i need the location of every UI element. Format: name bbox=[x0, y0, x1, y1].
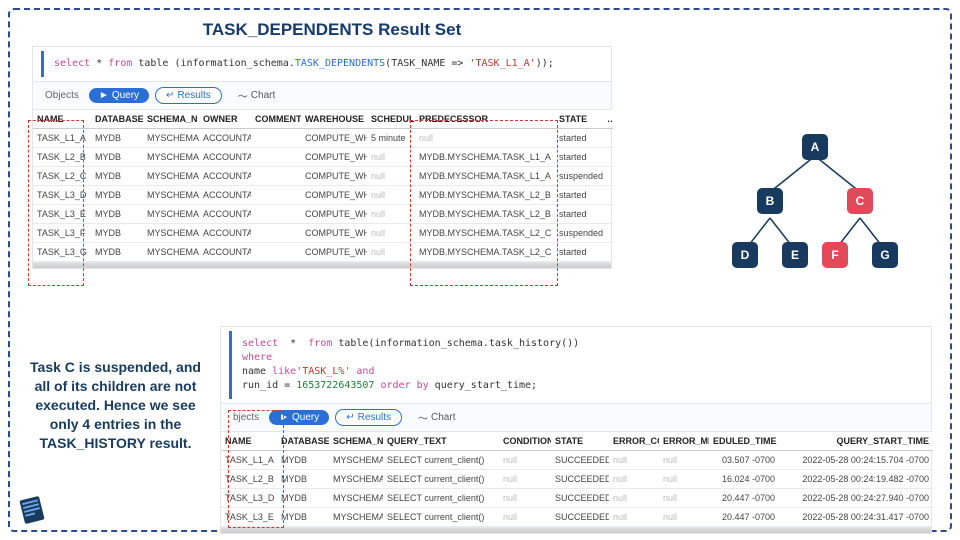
col-header[interactable]: DATABASE_ bbox=[91, 110, 143, 129]
col-header[interactable]: QUERY_TEXT bbox=[383, 432, 499, 451]
col-header[interactable]: COMMENT bbox=[251, 110, 301, 129]
toolbar-dependents: Objects ►Query ↵Results 〜 Chart bbox=[33, 81, 611, 110]
col-header[interactable]: QUERY_START_TIME bbox=[779, 432, 933, 451]
query-button[interactable]: ►Query bbox=[89, 88, 149, 103]
objects-tab-2[interactable]: bjects bbox=[229, 410, 263, 425]
back-icon: ↵ bbox=[166, 90, 174, 101]
table-row[interactable]: TASK_L3_GMYDBMYSCHEMAACCOUNTACOMPUTE_WHn… bbox=[33, 243, 613, 262]
col-header[interactable]: … bbox=[603, 110, 613, 129]
query-button-2[interactable]: ►Query bbox=[269, 410, 329, 425]
slide-frame: TASK_DEPENDENTS Result Set select * from… bbox=[8, 8, 952, 532]
col-header[interactable]: SCHEMA_N bbox=[143, 110, 199, 129]
explanation-text: Task C is suspended, and all of its chil… bbox=[28, 358, 203, 452]
chart-icon: 〜 bbox=[418, 410, 428, 425]
table-row[interactable]: TASK_L1_AMYDBMYSCHEMASELECT current_clie… bbox=[221, 451, 933, 470]
col-header[interactable]: EDULED_TIME bbox=[709, 432, 779, 451]
node-d: D bbox=[732, 242, 758, 268]
col-header[interactable]: STATE bbox=[555, 110, 603, 129]
chart-button[interactable]: 〜 Chart bbox=[228, 86, 285, 105]
col-header[interactable]: NAME bbox=[33, 110, 91, 129]
results-button[interactable]: ↵Results bbox=[155, 87, 222, 104]
col-header[interactable]: STATE bbox=[551, 432, 609, 451]
node-g: G bbox=[872, 242, 898, 268]
table-row[interactable]: TASK_L2_BMYDBMYSCHEMASELECT current_clie… bbox=[221, 470, 933, 489]
chart-button-2[interactable]: 〜 Chart bbox=[408, 408, 465, 427]
objects-tab[interactable]: Objects bbox=[41, 88, 83, 103]
scrollbar[interactable] bbox=[33, 262, 611, 268]
logo-icon bbox=[12, 490, 52, 530]
dependents-table: NAMEDATABASE_SCHEMA_NOWNERCOMMENTWAREHOU… bbox=[33, 110, 613, 262]
sql-history: select * from table(information_schema.t… bbox=[229, 331, 923, 399]
history-table: NAMEDATABASE_SCHEMA_NQUERY_TEXTCONDITION… bbox=[221, 432, 933, 527]
col-header[interactable]: NAME bbox=[221, 432, 277, 451]
dependents-panel: select * from table (information_schema.… bbox=[32, 46, 612, 269]
chart-icon: 〜 bbox=[238, 88, 248, 103]
col-header[interactable]: SCHEMA_N bbox=[329, 432, 383, 451]
col-header[interactable]: PREDECESSOR bbox=[415, 110, 555, 129]
scrollbar-2[interactable] bbox=[221, 527, 931, 533]
table-row[interactable]: TASK_L2_CMYDBMYSCHEMAACCOUNTACOMPUTE_WHn… bbox=[33, 167, 613, 186]
play-icon: ► bbox=[99, 90, 109, 101]
node-f: F bbox=[822, 242, 848, 268]
table-row[interactable]: TASK_L2_BMYDBMYSCHEMAACCOUNTACOMPUTE_WHn… bbox=[33, 148, 613, 167]
table-row[interactable]: TASK_L3_DMYDBMYSCHEMASELECT current_clie… bbox=[221, 489, 933, 508]
table-row[interactable]: TASK_L3_EMYDBMYSCHEMAACCOUNTACOMPUTE_WHn… bbox=[33, 205, 613, 224]
col-header[interactable]: SCHEDULE bbox=[367, 110, 415, 129]
col-header[interactable]: DATABASE_ bbox=[277, 432, 329, 451]
sql-dependents: select * from table (information_schema.… bbox=[41, 51, 603, 77]
col-header[interactable]: OWNER bbox=[199, 110, 251, 129]
dependents-title: TASK_DEPENDENTS Result Set bbox=[182, 20, 482, 40]
play-icon: ► bbox=[279, 412, 289, 423]
node-b: B bbox=[757, 188, 783, 214]
node-c: C bbox=[847, 188, 873, 214]
task-tree: A B C D E F G bbox=[710, 130, 920, 290]
history-panel: select * from table(information_schema.t… bbox=[220, 326, 932, 534]
col-header[interactable]: ERROR_CO bbox=[609, 432, 659, 451]
node-e: E bbox=[782, 242, 808, 268]
table-row[interactable]: TASK_L3_DMYDBMYSCHEMAACCOUNTACOMPUTE_WHn… bbox=[33, 186, 613, 205]
col-header[interactable]: WAREHOUSE bbox=[301, 110, 367, 129]
back-icon: ↵ bbox=[346, 412, 354, 423]
col-header[interactable]: ERROR_ME bbox=[659, 432, 709, 451]
col-header[interactable]: CONDITION bbox=[499, 432, 551, 451]
table-row[interactable]: TASK_L3_EMYDBMYSCHEMASELECT current_clie… bbox=[221, 508, 933, 527]
table-row[interactable]: TASK_L3_FMYDBMYSCHEMAACCOUNTACOMPUTE_WHn… bbox=[33, 224, 613, 243]
node-a: A bbox=[802, 134, 828, 160]
toolbar-history: bjects ►Query ↵Results 〜 Chart bbox=[221, 403, 931, 432]
results-button-2[interactable]: ↵Results bbox=[335, 409, 402, 426]
table-row[interactable]: TASK_L1_AMYDBMYSCHEMAACCOUNTACOMPUTE_WH5… bbox=[33, 129, 613, 148]
